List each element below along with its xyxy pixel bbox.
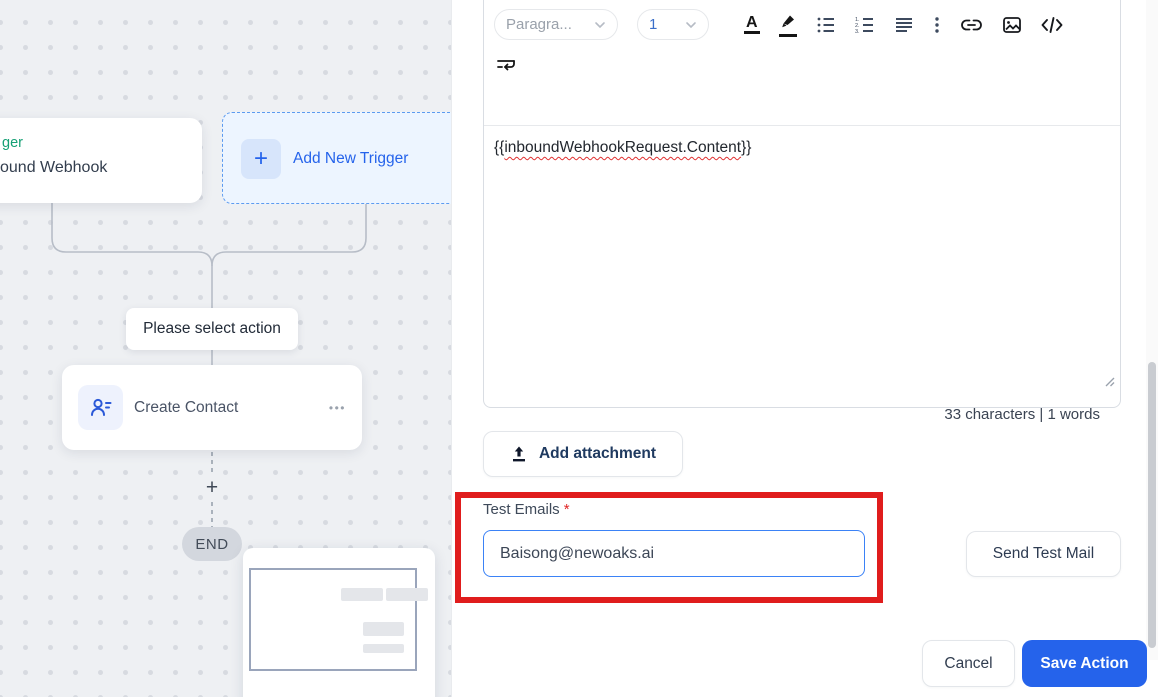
chevron-down-icon xyxy=(595,21,605,28)
rich-text-editor: Paragra... 1 A 1. 2. 3. {{inboundWebhook… xyxy=(483,0,1121,423)
paragraph-format-select[interactable]: Paragra... xyxy=(494,9,618,40)
send-test-mail-label: Send Test Mail xyxy=(992,545,1095,562)
cancel-label: Cancel xyxy=(944,654,993,672)
trigger-card-inbound-webhook[interactable]: ger ound Webhook xyxy=(0,118,202,203)
trigger-title: ound Webhook xyxy=(0,159,108,176)
template-brace-open: {{ xyxy=(494,139,505,156)
minimap-node xyxy=(341,588,383,601)
editor-toolbar: Paragra... 1 A 1. 2. 3. xyxy=(484,9,1120,126)
svg-text:3.: 3. xyxy=(855,29,860,35)
test-emails-input[interactable] xyxy=(483,530,865,577)
template-brace-close: }} xyxy=(741,139,752,156)
save-action-label: Save Action xyxy=(1040,654,1129,672)
action-card-title: Create Contact xyxy=(134,398,239,416)
plus-icon: + xyxy=(241,139,281,179)
card-menu-button[interactable]: ••• xyxy=(329,401,346,415)
contact-icon xyxy=(78,385,123,430)
text-wrap-icon xyxy=(497,60,515,71)
text-color-icon: A xyxy=(744,15,760,34)
test-emails-label: Test Emails * xyxy=(483,501,570,518)
image-icon xyxy=(1002,16,1021,33)
code-view-button[interactable] xyxy=(1041,16,1063,34)
save-action-button[interactable]: Save Action xyxy=(1022,640,1147,687)
send-test-mail-button[interactable]: Send Test Mail xyxy=(966,531,1121,577)
trigger-category-label: ger xyxy=(2,135,23,151)
required-asterisk: * xyxy=(563,501,570,518)
chevron-down-icon xyxy=(686,21,696,28)
cancel-button[interactable]: Cancel xyxy=(922,640,1015,687)
minimap-node xyxy=(363,622,404,636)
highlighter-icon xyxy=(778,13,797,37)
template-token: inboundWebhookRequest.Content xyxy=(504,139,742,156)
minimap-node xyxy=(363,644,404,653)
align-icon xyxy=(895,17,912,32)
align-button[interactable] xyxy=(894,15,914,35)
minimap-viewport[interactable] xyxy=(249,568,417,671)
minimap-node xyxy=(386,588,428,601)
link-icon xyxy=(960,19,982,30)
resize-handle[interactable] xyxy=(1101,373,1115,387)
action-settings-panel: Paragra... 1 A 1. 2. 3. {{inboundWebhook… xyxy=(452,0,1158,697)
text-color-button[interactable]: A xyxy=(744,15,760,34)
add-attachment-label: Add attachment xyxy=(538,445,657,462)
numbered-list-button[interactable]: 1. 2. 3. xyxy=(855,15,875,35)
action-card-create-contact[interactable]: Create Contact ••• xyxy=(62,365,362,450)
select-action-hint: Please select action xyxy=(126,308,298,350)
bullet-list-button[interactable] xyxy=(816,15,836,35)
code-icon xyxy=(1041,16,1063,33)
highlight-button[interactable] xyxy=(778,13,797,37)
email-action-editor-screen: ger ound Webhook + Add New Trigger Pleas… xyxy=(0,0,1158,697)
add-new-trigger-label: Add New Trigger xyxy=(293,150,409,167)
workflow-canvas[interactable]: ger ound Webhook + Add New Trigger Pleas… xyxy=(0,0,484,697)
size-select-value: 1 xyxy=(649,16,658,33)
add-attachment-button[interactable]: Add attachment xyxy=(483,431,683,477)
test-emails-label-text: Test Emails xyxy=(483,501,560,518)
insert-link-button[interactable] xyxy=(960,16,983,34)
more-options-button[interactable] xyxy=(933,15,941,35)
end-badge: END xyxy=(182,527,242,561)
scrollbar-thumb[interactable] xyxy=(1148,362,1156,648)
format-select-value: Paragra... xyxy=(506,16,572,33)
more-vertical-icon xyxy=(934,16,939,33)
bullet-list-icon xyxy=(817,17,834,32)
font-size-select[interactable]: 1 xyxy=(637,9,709,40)
plus-glyph: + xyxy=(253,145,268,172)
upload-icon xyxy=(512,446,525,462)
workflow-minimap[interactable] xyxy=(243,548,435,697)
email-body-editor[interactable]: {{inboundWebhookRequest.Content}} xyxy=(484,126,1120,392)
counter-text: 33 characters | 1 words xyxy=(944,405,1100,423)
add-step-button[interactable]: + xyxy=(200,476,224,500)
text-wrap-button[interactable] xyxy=(496,56,516,74)
numbered-list-icon: 1. 2. 3. xyxy=(855,17,873,35)
character-counter: 33 characters | 1 words xyxy=(484,392,1120,436)
add-new-trigger-button[interactable]: + Add New Trigger xyxy=(222,112,484,204)
insert-image-button[interactable] xyxy=(1002,15,1022,35)
